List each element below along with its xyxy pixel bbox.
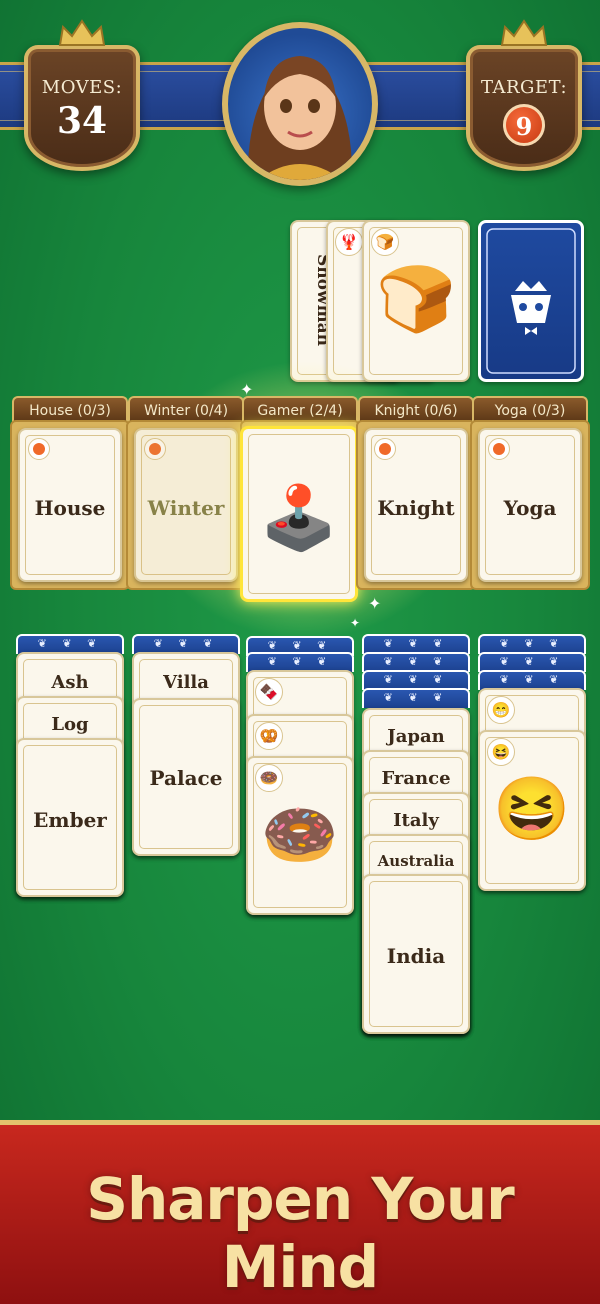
category-card-house[interactable]: House bbox=[18, 428, 122, 582]
joystick-icon: 🕹️ bbox=[260, 481, 338, 554]
card-label: Ember bbox=[33, 808, 107, 832]
facedown-card bbox=[132, 634, 240, 654]
promo-banner-text: Sharpen Your Mind bbox=[86, 1165, 515, 1301]
card-label: India bbox=[386, 944, 446, 968]
card-label: Knight bbox=[377, 496, 455, 520]
category-slot-house[interactable]: House bbox=[10, 420, 130, 590]
tableau-card-laugh[interactable]: 😆 😆 bbox=[478, 730, 586, 891]
donut-small-icon: 🍩 bbox=[255, 764, 283, 792]
card-label: House bbox=[34, 496, 106, 520]
facedown-card bbox=[478, 652, 586, 672]
target-value: 9 bbox=[503, 104, 545, 146]
card-label: Australia bbox=[377, 852, 455, 870]
category-tab-knight: Knight (0/6) bbox=[358, 396, 474, 422]
category-card-yoga[interactable]: Yoga bbox=[478, 428, 582, 582]
mascot-icon bbox=[486, 228, 576, 374]
category-tab-house: House (0/3) bbox=[12, 396, 128, 422]
facedown-card bbox=[362, 634, 470, 654]
facedown-card bbox=[478, 634, 586, 654]
pretzel-icon: 🥨 bbox=[255, 722, 283, 750]
category-slot-knight[interactable]: Knight bbox=[356, 420, 476, 590]
donut-icon: 🍩 bbox=[261, 798, 339, 871]
grin-icon: 😁 bbox=[487, 696, 515, 724]
laugh-small-icon: 😆 bbox=[487, 738, 515, 766]
category-dot-icon bbox=[28, 438, 50, 460]
card-label: Winter bbox=[147, 496, 225, 520]
category-slot-gamer[interactable]: 🕹️ bbox=[240, 420, 360, 602]
moves-counter: MOVES: 34 bbox=[24, 19, 140, 171]
category-tab-yoga: Yoga (0/3) bbox=[472, 396, 588, 422]
card-label: Yoga bbox=[503, 496, 557, 520]
selected-card-joystick[interactable]: 🕹️ bbox=[240, 426, 358, 602]
category-tab-gamer: Gamer (2/4) bbox=[242, 396, 358, 422]
laugh-icon: 😆 bbox=[493, 772, 571, 845]
tableau-card-ember[interactable]: Ember bbox=[16, 738, 124, 897]
category-slot-winter[interactable]: Winter bbox=[126, 420, 246, 590]
avatar-portrait bbox=[247, 56, 353, 180]
stock-pile[interactable] bbox=[478, 220, 584, 382]
crown-icon bbox=[58, 19, 106, 46]
facedown-card bbox=[16, 634, 124, 654]
card-label: Italy bbox=[393, 810, 439, 831]
card-label: France bbox=[381, 768, 451, 789]
card-label: Villa bbox=[163, 672, 209, 693]
tableau-card-palace[interactable]: Palace bbox=[132, 698, 240, 856]
category-card-winter[interactable]: Winter bbox=[134, 428, 238, 582]
target-counter: TARGET: 9 bbox=[466, 19, 582, 171]
category-card-knight[interactable]: Knight bbox=[364, 428, 468, 582]
tableau-card-india[interactable]: India bbox=[362, 874, 470, 1034]
category-slot-yoga[interactable]: Yoga bbox=[470, 420, 590, 590]
card-label: Ash bbox=[51, 672, 89, 693]
bread-small-icon: 🍞 bbox=[371, 228, 399, 256]
sparkle-icon: ✦ bbox=[350, 616, 361, 630]
target-label: TARGET: bbox=[480, 77, 568, 98]
facedown-card bbox=[246, 652, 354, 672]
category-tab-winter: Winter (0/4) bbox=[128, 396, 244, 422]
lobster-icon: 🦞 bbox=[335, 228, 363, 256]
facedown-card bbox=[362, 670, 470, 690]
facedown-card bbox=[362, 652, 470, 672]
tableau-card-donut[interactable]: 🍩 🍩 bbox=[246, 756, 354, 915]
moves-label: MOVES: bbox=[41, 77, 123, 98]
category-dot-icon bbox=[374, 438, 396, 460]
sparkle-icon: ✦ bbox=[368, 594, 382, 613]
facedown-card bbox=[362, 688, 470, 708]
facedown-card bbox=[478, 670, 586, 690]
category-dot-icon bbox=[144, 438, 166, 460]
category-dot-icon bbox=[488, 438, 510, 460]
player-avatar[interactable] bbox=[222, 22, 378, 186]
crown-icon bbox=[500, 19, 548, 46]
moves-value: 34 bbox=[56, 100, 108, 142]
waste-card-bread[interactable]: 🍞 🍞 bbox=[362, 220, 470, 382]
bread-icon: 🍞 bbox=[376, 263, 456, 337]
card-label: Log bbox=[51, 714, 89, 735]
card-label: Palace bbox=[149, 766, 223, 790]
card-label: Japan bbox=[387, 726, 445, 747]
chocolate-icon: 🍫 bbox=[255, 678, 283, 706]
